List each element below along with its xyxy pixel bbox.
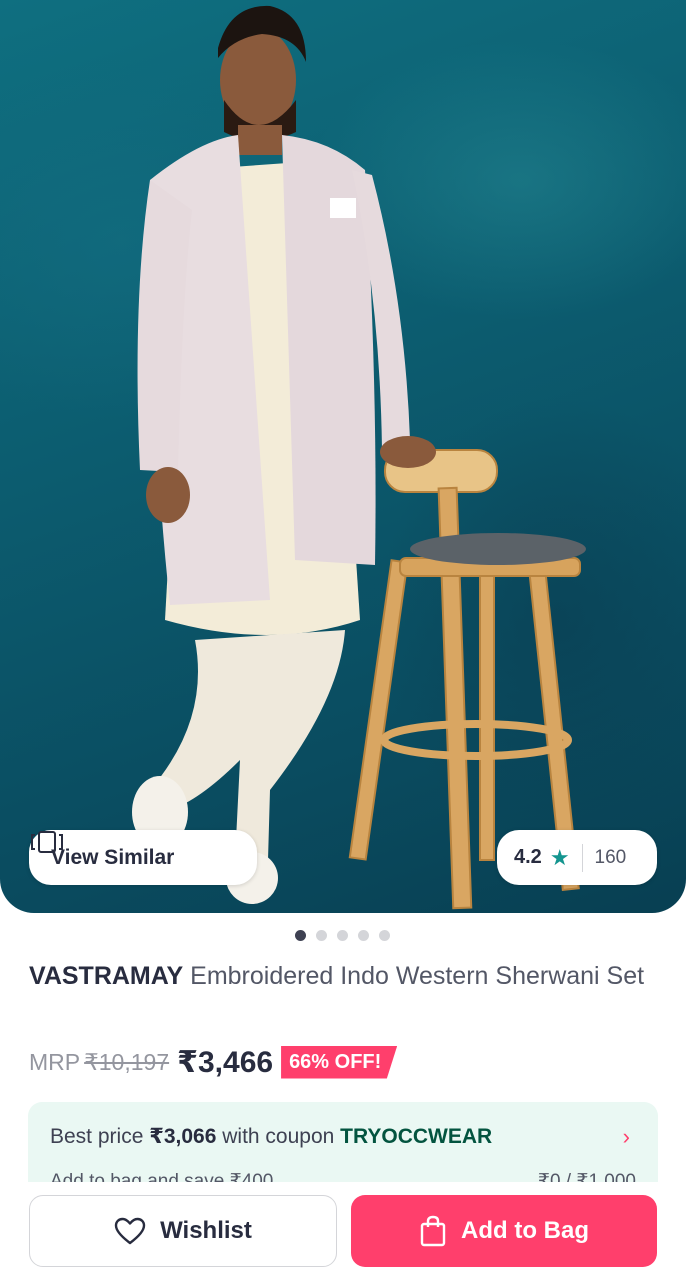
pager-dot[interactable] <box>337 930 348 941</box>
rating-badge[interactable]: 4.2 ★ 160 <box>497 830 657 885</box>
shopping-bag-icon <box>420 1215 446 1247</box>
pager-dot-active[interactable] <box>295 930 306 941</box>
view-similar-button[interactable]: View Similar <box>29 830 257 885</box>
pager-dot[interactable] <box>379 930 390 941</box>
best-price-middle: with coupon <box>222 1125 335 1148</box>
product-photo <box>132 5 586 910</box>
heart-icon <box>114 1217 146 1245</box>
bottom-action-bar: Wishlist Add to Bag <box>0 1182 686 1280</box>
brand-name: VASTRAMAY <box>29 962 184 990</box>
chevron-right-icon[interactable]: › <box>623 1124 630 1150</box>
star-icon: ★ <box>549 844 570 870</box>
best-price-value: ₹3,066 <box>149 1125 217 1148</box>
add-to-bag-label: Add to Bag <box>461 1217 589 1244</box>
product-name: Embroidered Indo Western Sherwani Set <box>190 962 645 990</box>
add-to-bag-button[interactable]: Add to Bag <box>351 1195 657 1267</box>
mrp-label: MRP <box>29 1048 81 1075</box>
mrp-value: ₹10,197 <box>84 1048 170 1075</box>
image-pager[interactable] <box>295 930 390 941</box>
pager-dot[interactable] <box>358 930 369 941</box>
rating-divider <box>581 843 583 872</box>
wishlist-label: Wishlist <box>160 1217 252 1244</box>
stool-seat <box>410 533 586 565</box>
wishlist-button[interactable]: Wishlist <box>29 1195 337 1267</box>
coupon-code: TRYOCCWEAR <box>340 1125 493 1148</box>
coupon-save-line: Add to bag and save ₹400 <box>50 1171 274 1182</box>
rating-count: 160 <box>594 846 627 868</box>
rating-value: 4.2 <box>514 846 542 868</box>
product-title: VASTRAMAY Embroidered Indo Western Sherw… <box>29 956 649 996</box>
discount-badge: 66% OFF! <box>281 1045 398 1079</box>
product-image[interactable]: View Similar 4.2 ★ 160 <box>0 0 686 913</box>
view-similar-label: View Similar <box>51 845 175 869</box>
best-price-prefix: Best price <box>50 1125 144 1148</box>
mrp: MRP ₹10,197 <box>29 1049 169 1076</box>
view-similar-icon <box>31 831 63 853</box>
selling-price: ₹3,466 <box>177 1045 274 1079</box>
pager-dot[interactable] <box>316 930 327 941</box>
best-price-coupon-card[interactable]: Best price ₹3,066 with coupon TRYOCCWEAR… <box>28 1102 658 1182</box>
price-row: MRP ₹10,197 ₹3,466 66% OFF! <box>29 1042 398 1082</box>
coupon-bag-progress: ₹0 / ₹1,000 <box>537 1171 636 1182</box>
best-price-line: Best price ₹3,066 with coupon TRYOCCWEAR <box>50 1124 492 1149</box>
model-figure <box>132 5 436 904</box>
